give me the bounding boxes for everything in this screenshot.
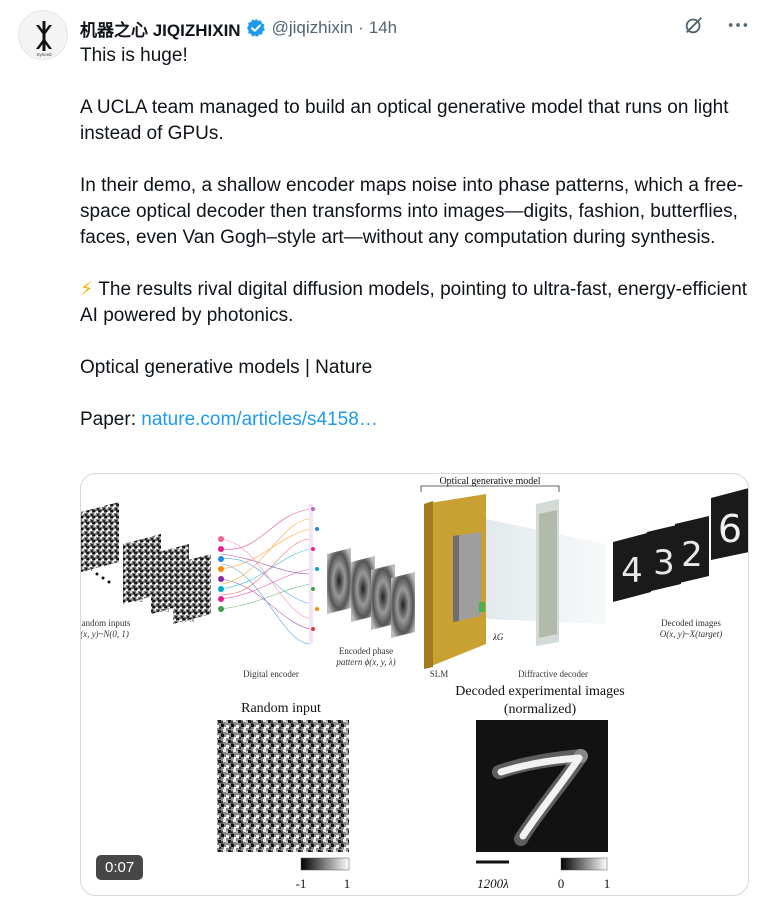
paper-label: Paper: (80, 409, 142, 430)
encoded-phase-stack (327, 548, 415, 638)
random-inputs-eq: I(x, y)~N(0, 1) (81, 629, 129, 639)
timestamp[interactable]: 14h (369, 18, 397, 38)
encoded-phase-label: Encoded phase (339, 646, 393, 656)
grok-icon[interactable] (683, 14, 705, 36)
slm-device (424, 494, 486, 669)
decoded-digit-3: 2 (681, 535, 703, 575)
random-input-stack: i=1 i=2 i=3 i=N (81, 502, 211, 624)
header-actions (683, 14, 749, 36)
tweet-paragraph-4: ⚡ The results rival digital diffusion mo… (80, 277, 750, 329)
colorbar-1 (300, 857, 350, 871)
colorbar-1-max: 1 (344, 876, 351, 891)
digital-encoder-network (218, 504, 319, 645)
tweet-paragraph-5: Optical generative models | Nature (80, 357, 373, 378)
colorbar-2-max: 1 (604, 876, 611, 891)
tweet-header: 机器之心 JIQIZHIXIN @jiqizhixin · 14h (80, 15, 397, 41)
video-duration: 0:07 (96, 855, 144, 880)
tweet-text: This is huge! A UCLA team managed to bui… (80, 43, 750, 433)
svg-text:i=N: i=N (185, 618, 195, 624)
tweet-paragraph-3: In their demo, a shallow encoder maps no… (80, 175, 744, 248)
colorbar-2-min: 0 (558, 876, 565, 891)
scale-bar-label: 1200λ (477, 876, 509, 891)
decoded-exp-image (476, 720, 608, 852)
figure-svg: i=1 i=2 i=3 i=N Random inputs I(x, y)~N(… (81, 476, 748, 891)
diffractive-decoder-label: Diffractive decoder (518, 669, 588, 679)
decoded-images-eq: O(x, y)~X(target) (660, 629, 723, 639)
separator-dot: · (358, 18, 364, 37)
random-inputs-label: Random inputs (81, 618, 131, 628)
lightning-icon: ⚡ (80, 279, 94, 300)
paper-link[interactable]: nature.com/articles/s4158… (141, 409, 378, 430)
random-input-image (217, 720, 349, 852)
decoded-digit-1: 4 (621, 551, 643, 591)
colorbar-2 (560, 857, 608, 871)
svg-text:i=1: i=1 (85, 567, 93, 573)
avatar[interactable]: Synced (18, 10, 68, 60)
tweet-line-1: This is huge! (80, 45, 188, 66)
svg-text:i=3: i=3 (161, 608, 169, 614)
normalized-label: (normalized) (504, 702, 577, 717)
digital-encoder-label: Digital encoder (243, 669, 299, 679)
more-icon[interactable] (727, 14, 749, 36)
lambda-g-label: λG (492, 632, 504, 642)
encoded-phase-eq: pattern ϕ(x, y, λ) (335, 657, 395, 667)
paper-line: Paper: nature.com/articles/s4158… (80, 407, 750, 433)
optical-model-label: Optical generative model (439, 476, 540, 487)
svg-text:i=2: i=2 (135, 598, 143, 604)
video-player[interactable]: i=1 i=2 i=3 i=N Random inputs I(x, y)~N(… (80, 473, 749, 896)
decoded-images-label: Decoded images (661, 618, 721, 628)
tweet-paragraph-4-text: The results rival digital diffusion mode… (80, 279, 748, 326)
author-name[interactable]: 机器之心 JIQIZHIXIN (80, 16, 241, 41)
decoded-digit-2: 3 (653, 543, 675, 583)
tweet-paragraph-2: A UCLA team managed to build an optical … (80, 97, 729, 144)
decoded-digit-4: 6 (718, 507, 742, 551)
author-handle[interactable]: @jiqizhixin (272, 18, 354, 38)
verified-badge-icon (246, 18, 265, 37)
synced-logo-icon: Synced (36, 21, 52, 57)
slm-label: SLM (430, 669, 449, 679)
colorbar-1-min: -1 (296, 876, 307, 891)
random-input-title: Random input (241, 701, 321, 716)
diffractive-decoder (536, 499, 559, 646)
avatar-text: Synced (36, 52, 52, 57)
decoded-exp-title: Decoded experimental images (455, 684, 624, 699)
